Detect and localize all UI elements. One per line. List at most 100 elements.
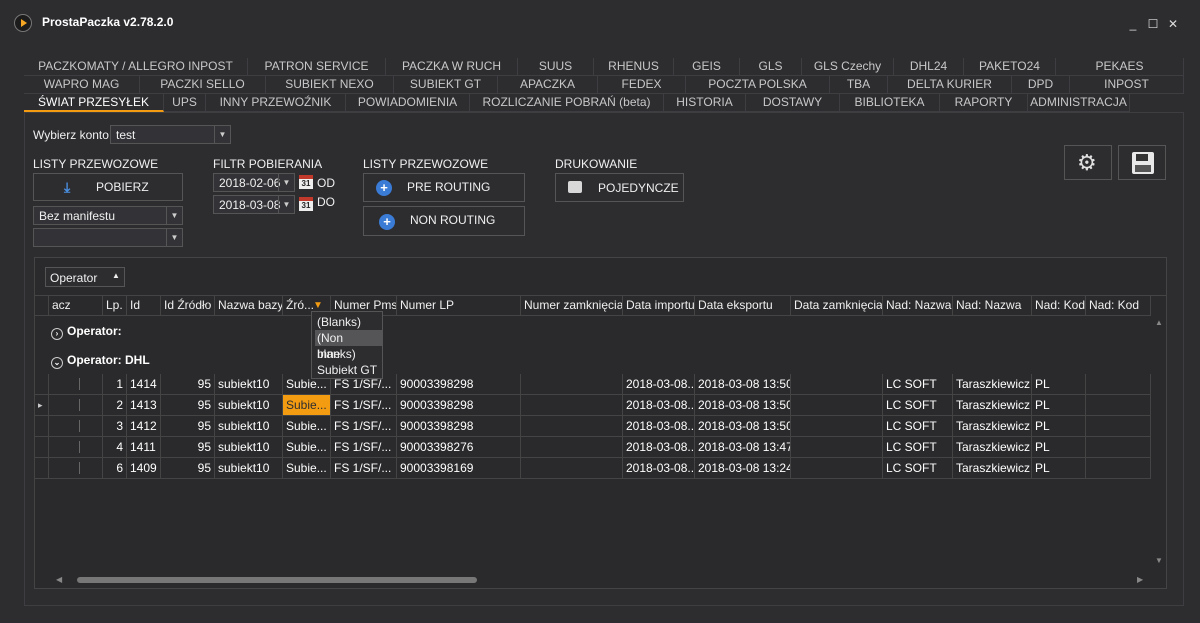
group-row-operator[interactable]: › Operator: (51, 324, 122, 340)
cell-nad-nazwa[interactable]: LC SOFT (883, 416, 953, 437)
cell-nazwa-bazy[interactable]: subiekt10 (215, 374, 283, 395)
cell-nad-kod-2[interactable] (1086, 458, 1151, 479)
filter-option-subiekt-gt[interactable]: Subiekt GT (315, 362, 379, 378)
cell-zrodlo[interactable]: Subie... (283, 437, 331, 458)
tab-inpost[interactable]: INPOST (1070, 76, 1184, 94)
cell-nad-nazwa[interactable]: LC SOFT (883, 437, 953, 458)
cell-nazwa-bazy[interactable]: subiekt10 (215, 395, 283, 416)
cell-data-eksportu[interactable]: 2018-03-08 13:24 (695, 458, 791, 479)
column-header-lp[interactable]: Lp. (103, 296, 127, 316)
close-button[interactable]: ✕ (1166, 18, 1180, 30)
cell-numer-lp[interactable]: 90003398298 (397, 416, 521, 437)
column-header-data-eksportu[interactable]: Data eksportu (695, 296, 791, 316)
collapse-icon[interactable]: ⌄ (51, 357, 63, 369)
group-chip-operator[interactable]: Operator ▲ (45, 267, 125, 287)
cell-id-zrodlo[interactable]: 95 (161, 437, 215, 458)
cell-data-zamkniecia[interactable] (791, 437, 883, 458)
cell-data-eksportu[interactable]: 2018-03-08 13:50 (695, 395, 791, 416)
tab-gls[interactable]: GLS (740, 58, 802, 76)
row-checkbox[interactable] (79, 378, 83, 390)
scroll-right-icon[interactable]: ▶ (1137, 575, 1143, 584)
tab-rozliczanie-pobran[interactable]: ROZLICZANIE POBRAŃ (beta) (470, 94, 664, 112)
pobierz-button[interactable]: ⤓ POBIERZ (33, 173, 183, 201)
cell-nad-kod[interactable]: PL (1032, 437, 1086, 458)
vertical-scrollbar[interactable]: ▲ ▼ (1152, 316, 1166, 571)
cell-id-zrodlo[interactable]: 95 (161, 416, 215, 437)
cell-nazwa-bazy[interactable]: subiekt10 (215, 437, 283, 458)
cell-nad-nazwa-2[interactable]: Taraszkiewicz (953, 437, 1032, 458)
cell-nad-kod-2[interactable] (1086, 416, 1151, 437)
expand-icon[interactable]: › (51, 328, 63, 340)
cell-nad-kod-2[interactable] (1086, 437, 1151, 458)
table-row[interactable]: 4 1411 95 subiekt10 Subie... FS 1/SF/... 90003… (35, 437, 1151, 458)
cell-acz[interactable] (49, 374, 103, 395)
cell-nad-nazwa-2[interactable]: Taraszkiewicz (953, 416, 1032, 437)
pojedyncze-button[interactable]: POJEDYNCZE (555, 173, 684, 202)
cell-data-importu[interactable]: 2018-03-08... (623, 395, 695, 416)
cell-acz[interactable] (49, 395, 103, 416)
cell-data-importu[interactable]: 2018-03-08... (623, 458, 695, 479)
column-header-nad-kod-2[interactable]: Nad: Kod (1086, 296, 1151, 316)
horizontal-scrollbar[interactable]: ◀ ▶ (53, 572, 1149, 588)
cell-acz[interactable] (49, 416, 103, 437)
tab-subiekt-nexo[interactable]: SUBIEKT NEXO (266, 76, 394, 94)
tab-paketo24[interactable]: PAKETO24 (964, 58, 1056, 76)
tab-tba[interactable]: TBA (830, 76, 888, 94)
scroll-up-icon[interactable]: ▲ (1155, 318, 1163, 327)
date-to-picker[interactable]: 2018-03-08 ▼ (213, 195, 295, 214)
date-from-picker[interactable]: 2018-02-06 ▼ (213, 173, 295, 192)
cell-lp[interactable]: 6 (103, 458, 127, 479)
cell-data-zamkniecia[interactable] (791, 395, 883, 416)
scroll-down-icon[interactable]: ▼ (1155, 556, 1163, 565)
column-header-id[interactable]: Id (127, 296, 161, 316)
row-checkbox[interactable] (79, 441, 83, 453)
non-routing-button[interactable]: + NON ROUTING (363, 206, 525, 236)
column-header-numer-lp[interactable]: Numer LP (397, 296, 521, 316)
column-header-numer-zamkniecia[interactable]: Numer zamknięcia (521, 296, 623, 316)
cell-id-zrodlo[interactable]: 95 (161, 395, 215, 416)
cell-data-importu[interactable]: 2018-03-08... (623, 416, 695, 437)
tab-apaczka[interactable]: APACZKA (498, 76, 598, 94)
tab-biblioteka[interactable]: BIBLIOTEKA (840, 94, 940, 112)
cell-nazwa-bazy[interactable]: subiekt10 (215, 458, 283, 479)
tab-pekaes[interactable]: PEKAES (1056, 58, 1184, 76)
cell-nad-kod-2[interactable] (1086, 374, 1151, 395)
cell-numer-zamkniecia[interactable] (521, 395, 623, 416)
tab-inny-przewoznik[interactable]: INNY PRZEWOŹNIK (206, 94, 346, 112)
tab-paczka-w-ruch[interactable]: PACZKA W RUCH (386, 58, 518, 76)
cell-numer-zamkniecia[interactable] (521, 458, 623, 479)
tab-dhl24[interactable]: DHL24 (894, 58, 964, 76)
calendar-icon[interactable]: 31 (299, 197, 313, 211)
cell-numer-pms[interactable]: FS 1/SF/... (331, 395, 397, 416)
cell-data-importu[interactable]: 2018-03-08... (623, 437, 695, 458)
tab-dpd[interactable]: DPD (1012, 76, 1070, 94)
cell-acz[interactable] (49, 458, 103, 479)
cell-id[interactable]: 1409 (127, 458, 161, 479)
cell-nad-nazwa-2[interactable]: Taraszkiewicz (953, 458, 1032, 479)
current-row-indicator-icon[interactable]: ▸ (35, 395, 49, 416)
tab-dostawy[interactable]: DOSTAWY (746, 94, 840, 112)
cell-numer-zamkniecia[interactable] (521, 374, 623, 395)
cell-nad-nazwa[interactable]: LC SOFT (883, 395, 953, 416)
cell-numer-lp[interactable]: 90003398298 (397, 374, 521, 395)
tab-geis[interactable]: GEIS (674, 58, 740, 76)
cell-numer-lp[interactable]: 90003398169 (397, 458, 521, 479)
cell-data-zamkniecia[interactable] (791, 458, 883, 479)
cell-id[interactable]: 1413 (127, 395, 161, 416)
tab-administracja[interactable]: ADMINISTRACJA (1028, 94, 1130, 112)
cell-lp[interactable]: 3 (103, 416, 127, 437)
column-header-nad-nazwa-2[interactable]: Nad: Nazwa (953, 296, 1032, 316)
cell-numer-pms[interactable]: FS 1/SF/... (331, 458, 397, 479)
calendar-icon[interactable]: 31 (299, 175, 313, 189)
tab-rhenus[interactable]: RHENUS (594, 58, 674, 76)
column-header-data-zamkniecia[interactable]: Data zamknięcia (791, 296, 883, 316)
column-header-data-importu[interactable]: Data importu (623, 296, 695, 316)
cell-nad-nazwa[interactable]: LC SOFT (883, 458, 953, 479)
cell-numer-pms[interactable]: FS 1/SF/... (331, 416, 397, 437)
tab-fedex[interactable]: FEDEX (598, 76, 686, 94)
tab-gls-czechy[interactable]: GLS Czechy (802, 58, 894, 76)
filter-option-inne[interactable]: Inne (315, 346, 342, 362)
cell-numer-zamkniecia[interactable] (521, 437, 623, 458)
row-indicator[interactable] (35, 374, 49, 395)
cell-id-zrodlo[interactable]: 95 (161, 458, 215, 479)
